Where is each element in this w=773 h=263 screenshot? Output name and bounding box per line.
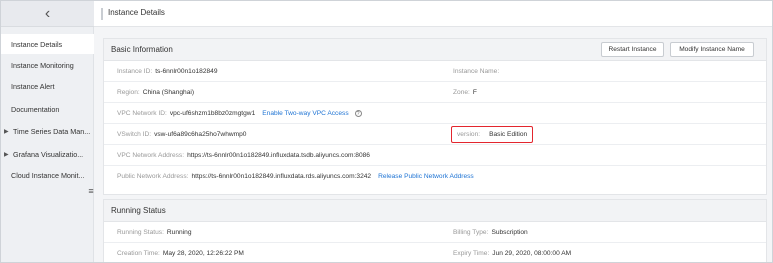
panel-title: Running Status — [111, 206, 166, 215]
info-row: VPC Network Address: https://ts-6nnlr00n… — [104, 145, 766, 166]
version-label: version: — [457, 131, 481, 138]
panel-header: Basic Information Restart Instance Modif… — [104, 39, 766, 61]
vpc-network-address-value: https://ts-6nnlr00n1o182849.influxdata.t… — [187, 152, 370, 159]
vpc-network-id-label: VPC Network ID: — [117, 110, 167, 117]
help-icon[interactable]: ? — [354, 110, 362, 117]
restart-instance-button[interactable]: Restart Instance — [601, 42, 664, 57]
instance-id-value: ts-6nnlr00n1o182849 — [155, 68, 218, 75]
info-row: VSwitch ID: vsw-uf6a89c6ha25ho7whwmp0 ve… — [104, 124, 766, 145]
panel-title: Basic Information — [111, 45, 173, 54]
basic-information-panel: Basic Information Restart Instance Modif… — [103, 38, 767, 195]
menu-icon: ≡ — [88, 186, 94, 196]
info-row: Running Status: Running Billing Type: Su… — [104, 222, 766, 243]
page-title: Instance Details — [108, 8, 165, 17]
zone-label: Zone: — [453, 89, 470, 96]
public-network-address-value: https://ts-6nnlr00n1o182849.influxdata.r… — [191, 173, 372, 180]
public-network-address-label: Public Network Address: — [117, 173, 189, 180]
instance-id-label: Instance ID: — [117, 68, 153, 75]
vpc-network-address-label: VPC Network Address: — [117, 152, 185, 159]
expiry-time-label: Expiry Time: — [453, 250, 490, 257]
vpc-network-id-value: vpc-uf6shzm1b8bz0zmgtgw1 — [169, 110, 256, 117]
enable-vpc-access-link[interactable]: Enable Two-way VPC Access — [262, 110, 348, 117]
back-button[interactable]: ‹ — [1, 1, 94, 27]
sidebar-item-instance-monitoring[interactable]: Instance Monitoring — [1, 55, 94, 75]
running-status-panel: Running Status Running Status: Running B… — [103, 199, 767, 262]
main-content: Instance Details Basic Information Resta… — [94, 1, 772, 262]
running-status-label: Running Status: — [117, 229, 164, 236]
info-row: Instance ID: ts-6nnlr00n1o182849 Instanc… — [104, 61, 766, 82]
sidebar: ‹ Instance Details Instance Monitoring I… — [1, 1, 94, 262]
zone-value: F — [472, 89, 477, 96]
billing-type-value: Subscription — [491, 229, 528, 236]
page-header: Instance Details — [94, 1, 772, 27]
creation-time-label: Creation Time: — [117, 250, 160, 257]
modify-instance-name-button[interactable]: Modify Instance Name — [670, 42, 754, 57]
app-window: ‹ Instance Details Instance Monitoring I… — [0, 0, 773, 263]
info-row: Public Network Address: https://ts-6nnlr… — [104, 166, 766, 187]
creation-time-value: May 28, 2020, 12:26:22 PM — [162, 250, 244, 257]
caret-right-icon: ▶ — [4, 128, 9, 135]
panel-header: Running Status — [104, 200, 766, 222]
running-status-value: Running — [166, 229, 192, 236]
info-row: Creation Time: May 28, 2020, 12:26:22 PM… — [104, 243, 766, 262]
vswitch-id-label: VSwitch ID: — [117, 131, 152, 138]
version-value: Basic Edition — [489, 131, 528, 138]
chevron-left-icon: ‹ — [44, 4, 51, 22]
vswitch-id-value: vsw-uf6a89c6ha25ho7whwmp0 — [154, 131, 247, 138]
billing-type-label: Billing Type: — [453, 229, 489, 236]
info-row: Region: China (Shanghai) Zone: F — [104, 82, 766, 103]
instance-name-label: Instance Name: — [453, 68, 500, 75]
info-row: VPC Network ID: vpc-uf6shzm1b8bz0zmgtgw1… — [104, 103, 766, 124]
sidebar-item-documentation[interactable]: Documentation — [1, 99, 94, 119]
sidebar-item-instance-details[interactable]: Instance Details — [1, 34, 94, 54]
region-value: China (Shanghai) — [142, 89, 195, 96]
sidebar-item-time-series-data[interactable]: ▶ Time Series Data Man... — [1, 121, 94, 141]
release-public-address-link[interactable]: Release Public Network Address — [378, 173, 474, 180]
title-accent-bar — [101, 8, 103, 20]
sidebar-item-cloud-instance-monitoring[interactable]: Cloud Instance Monit... — [1, 165, 94, 185]
caret-right-icon: ▶ — [4, 151, 9, 158]
region-label: Region: — [117, 89, 140, 96]
sidebar-item-grafana[interactable]: ▶ Grafana Visualizatio... — [1, 144, 94, 164]
expiry-time-value: Jun 29, 2020, 08:00:00 AM — [492, 250, 572, 257]
sidebar-item-instance-alert[interactable]: Instance Alert — [1, 76, 94, 96]
